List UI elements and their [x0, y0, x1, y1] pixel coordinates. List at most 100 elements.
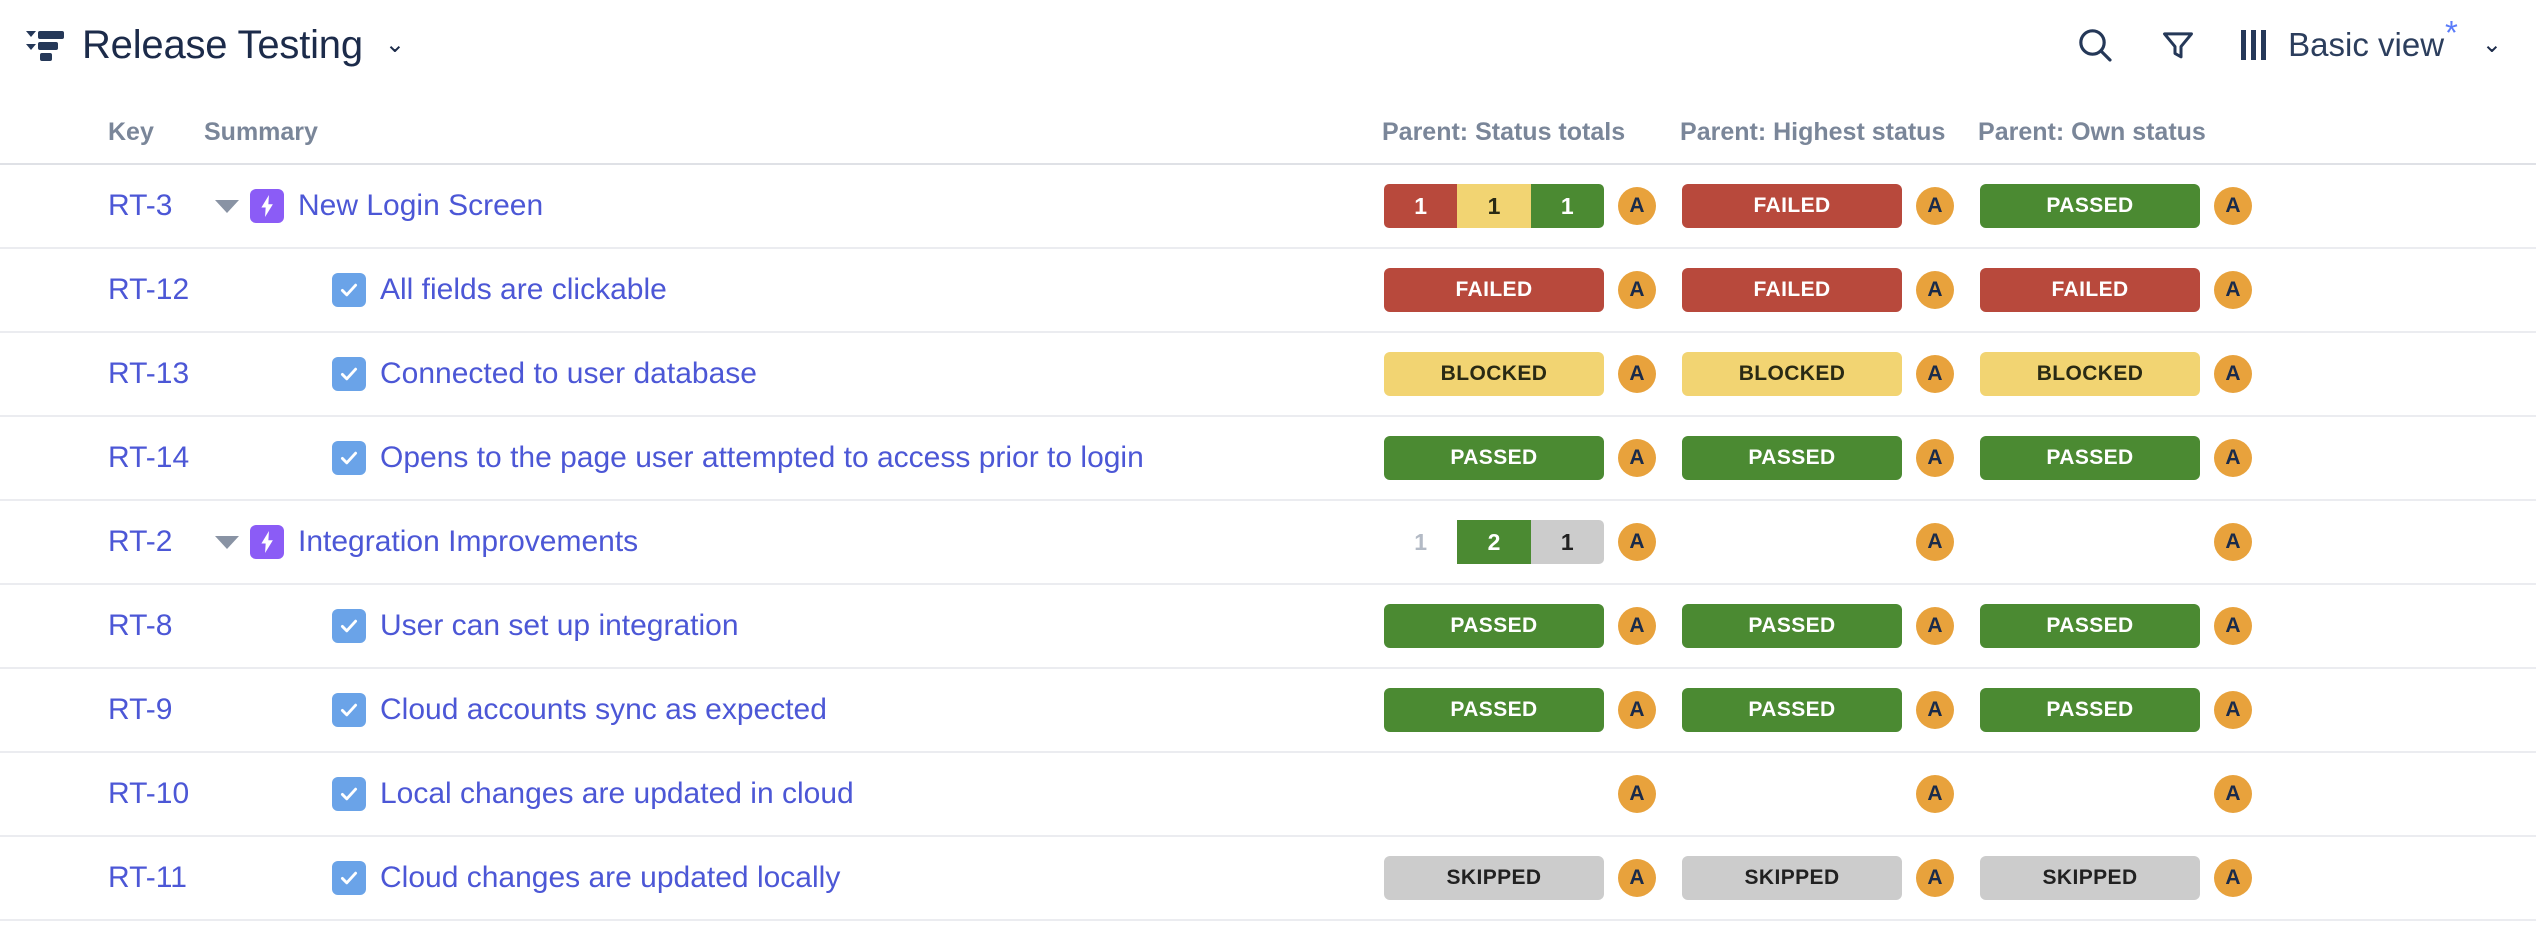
- status-badge-own[interactable]: PASSED: [1980, 184, 2200, 228]
- column-header-status-totals[interactable]: Parent: Status totals: [1382, 90, 1680, 164]
- status-badge-highest[interactable]: BLOCKED: [1682, 352, 1902, 396]
- table-row[interactable]: RT-13Connected to user databaseBLOCKEDAB…: [0, 332, 2536, 416]
- status-totals-bar[interactable]: 121: [1384, 520, 1604, 564]
- status-badge-totals[interactable]: PASSED: [1384, 436, 1604, 480]
- table-row[interactable]: RT-10 Local changes are updated in cloud A…: [0, 752, 2536, 836]
- issue-key-link[interactable]: RT-8: [108, 609, 172, 642]
- issue-key-link[interactable]: RT-3: [108, 189, 172, 222]
- avatar[interactable]: A: [1618, 439, 1656, 477]
- avatar[interactable]: A: [2214, 439, 2252, 477]
- status-badge-highest[interactable]: PASSED: [1682, 436, 1902, 480]
- status-total-segment-passed[interactable]: 2: [1457, 520, 1530, 564]
- avatar[interactable]: A: [2214, 775, 2252, 813]
- avatar[interactable]: A: [1916, 271, 1954, 309]
- table-row[interactable]: RT-8 User can set up integration PASSED A PA…: [0, 584, 2536, 668]
- issue-key-link[interactable]: RT-9: [108, 693, 172, 726]
- issue-summary-link[interactable]: Cloud changes are updated locally: [380, 861, 840, 895]
- status-badge-totals[interactable]: FAILED: [1384, 268, 1604, 312]
- title-chevron-down-icon[interactable]: ⌄: [385, 33, 405, 57]
- issue-summary-link[interactable]: Opens to the page user attempted to acce…: [380, 441, 1144, 475]
- view-chevron-down-icon[interactable]: ⌄: [2482, 33, 2502, 57]
- issue-key-link[interactable]: RT-2: [108, 525, 172, 558]
- status-total-segment-skipped[interactable]: 1: [1531, 520, 1604, 564]
- avatar[interactable]: A: [1618, 187, 1656, 225]
- status-badge-totals[interactable]: PASSED: [1384, 688, 1604, 732]
- table-row[interactable]: RT-14 Opens to the page user attempted to…: [0, 416, 2536, 500]
- status-badge-highest[interactable]: FAILED: [1682, 268, 1902, 312]
- avatar[interactable]: A: [2214, 859, 2252, 897]
- avatar[interactable]: A: [2214, 271, 2252, 309]
- issue-summary-link[interactable]: All fields are clickable: [380, 273, 667, 307]
- avatar[interactable]: A: [1618, 271, 1656, 309]
- view-selector[interactable]: Basic view* ⌄: [2241, 26, 2502, 64]
- issue-key-link[interactable]: RT-14: [108, 441, 189, 474]
- collapse-toggle[interactable]: [204, 200, 250, 213]
- issue-summary-link[interactable]: Local changes are updated in cloud: [380, 777, 854, 811]
- avatar[interactable]: A: [1618, 523, 1656, 561]
- avatar[interactable]: A: [1916, 859, 1954, 897]
- status-total-segment-blocked[interactable]: 1: [1457, 184, 1530, 228]
- column-header-highest-status[interactable]: Parent: Highest status: [1680, 90, 1978, 164]
- status-total-segment-failed[interactable]: 1: [1384, 184, 1457, 228]
- status-badge-own[interactable]: PASSED: [1980, 604, 2200, 648]
- row-spacer: [0, 836, 108, 920]
- issue-summary-link[interactable]: New Login Screen: [298, 189, 543, 223]
- status-badge-highest[interactable]: SKIPPED: [1682, 856, 1902, 900]
- table-row[interactable]: RT-11 Cloud changes are updated locally SK…: [0, 836, 2536, 920]
- status-badge-own[interactable]: PASSED: [1980, 436, 2200, 480]
- avatar[interactable]: A: [1618, 775, 1656, 813]
- avatar[interactable]: A: [1916, 187, 1954, 225]
- avatar[interactable]: A: [1916, 439, 1954, 477]
- avatar[interactable]: A: [1618, 607, 1656, 645]
- column-header-summary[interactable]: Summary: [204, 90, 1382, 164]
- issue-key-link[interactable]: RT-11: [108, 861, 187, 894]
- status-badge-own[interactable]: PASSED: [1980, 688, 2200, 732]
- issue-summary-link[interactable]: Integration Improvements: [298, 525, 638, 559]
- avatar[interactable]: A: [2214, 691, 2252, 729]
- avatar[interactable]: A: [1618, 691, 1656, 729]
- status-badge-totals[interactable]: PASSED: [1384, 604, 1604, 648]
- avatar[interactable]: A: [2214, 607, 2252, 645]
- key-cell: RT-10: [108, 752, 204, 836]
- table-row[interactable]: RT-12 All fields are clickable FAILED A FAIL…: [0, 248, 2536, 332]
- avatar[interactable]: A: [1916, 523, 1954, 561]
- highest-status-cell: PASSED: [1680, 584, 1916, 668]
- issue-key-link[interactable]: RT-12: [108, 273, 189, 306]
- status-badge-highest[interactable]: PASSED: [1682, 688, 1902, 732]
- column-header-key[interactable]: Key: [108, 90, 204, 164]
- avatar[interactable]: A: [1618, 355, 1656, 393]
- table-row[interactable]: RT-3New Login Screen111AFAILEDAPASSEDA: [0, 164, 2536, 248]
- avatar[interactable]: A: [2214, 523, 2252, 561]
- table-row[interactable]: RT-2Integration Improvements121AAA: [0, 500, 2536, 584]
- avatar[interactable]: A: [1916, 355, 1954, 393]
- avatar[interactable]: A: [1916, 775, 1954, 813]
- status-badge-own[interactable]: BLOCKED: [1980, 352, 2200, 396]
- own-status-avatar-cell: A: [2214, 836, 2276, 920]
- issue-key-link[interactable]: RT-10: [108, 777, 189, 810]
- table-row[interactable]: RT-9 Cloud accounts sync as expected PASSE…: [0, 668, 2536, 752]
- summary-cell: Cloud accounts sync as expected: [204, 668, 1382, 752]
- avatar[interactable]: A: [2214, 187, 2252, 225]
- status-totals-bar[interactable]: 111: [1384, 184, 1604, 228]
- column-header-own-status[interactable]: Parent: Own status: [1978, 90, 2276, 164]
- issue-summary-link[interactable]: User can set up integration: [380, 609, 739, 643]
- status-badge-highest[interactable]: FAILED: [1682, 184, 1902, 228]
- status-total-segment-none[interactable]: 1: [1384, 520, 1457, 564]
- status-total-segment-passed[interactable]: 1: [1531, 184, 1604, 228]
- filter-icon[interactable]: [2159, 26, 2197, 64]
- status-badge-own[interactable]: FAILED: [1980, 268, 2200, 312]
- issue-summary-link[interactable]: Connected to user database: [380, 357, 757, 391]
- collapse-toggle[interactable]: [204, 536, 250, 549]
- avatar[interactable]: A: [2214, 355, 2252, 393]
- highest-status-cell: [1680, 500, 1916, 584]
- avatar[interactable]: A: [1618, 859, 1656, 897]
- status-badge-highest[interactable]: PASSED: [1682, 604, 1902, 648]
- status-badge-totals[interactable]: BLOCKED: [1384, 352, 1604, 396]
- issue-key-link[interactable]: RT-13: [108, 357, 189, 390]
- avatar[interactable]: A: [1916, 691, 1954, 729]
- issue-summary-link[interactable]: Cloud accounts sync as expected: [380, 693, 827, 727]
- avatar[interactable]: A: [1916, 607, 1954, 645]
- search-icon[interactable]: [2075, 25, 2115, 65]
- status-badge-totals[interactable]: SKIPPED: [1384, 856, 1604, 900]
- status-badge-own[interactable]: SKIPPED: [1980, 856, 2200, 900]
